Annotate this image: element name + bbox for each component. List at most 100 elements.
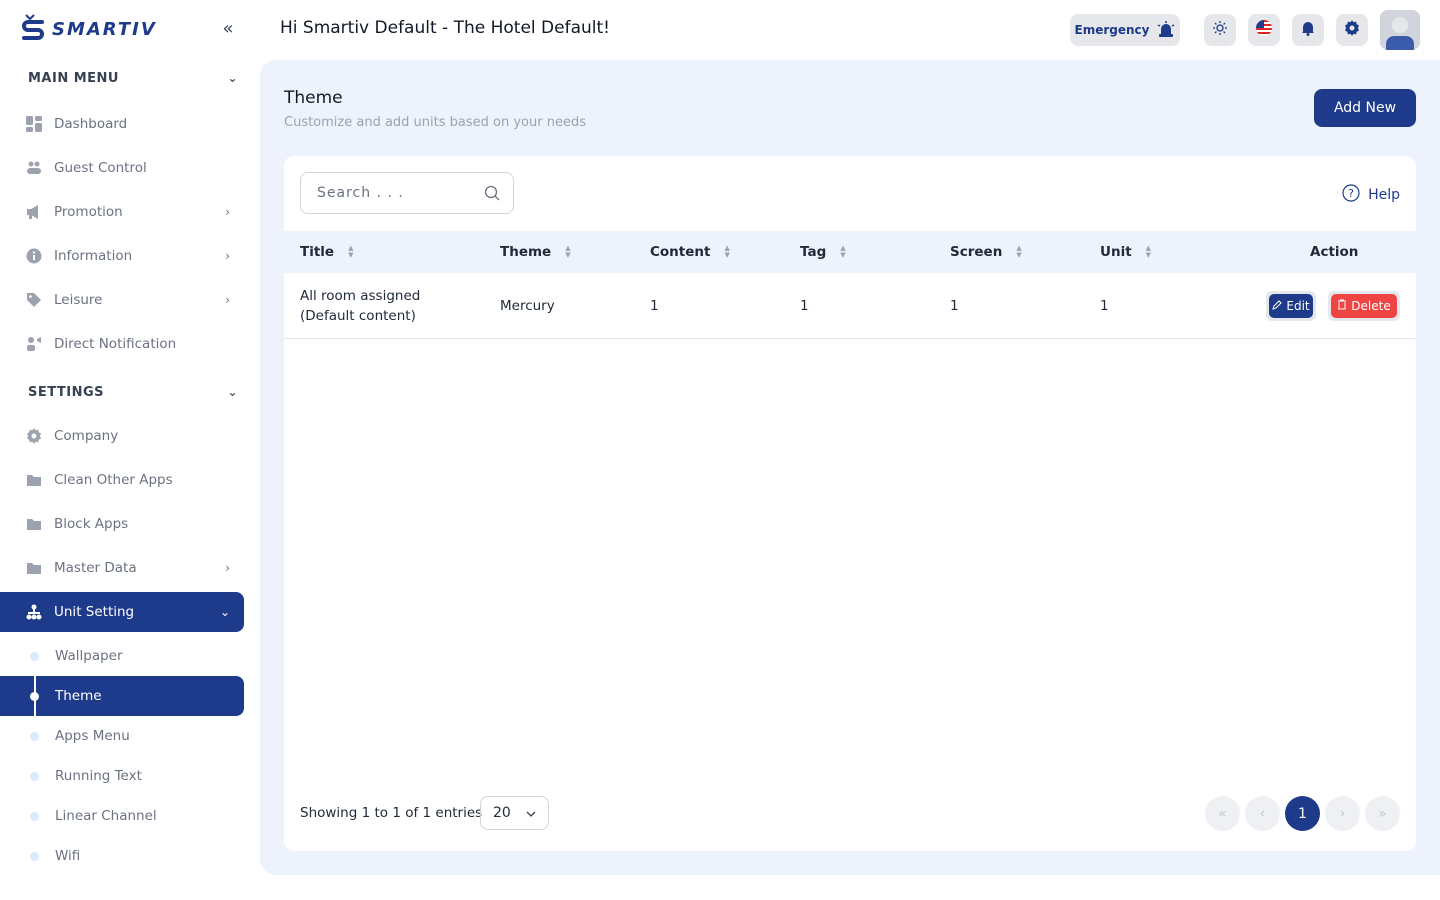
settings-header[interactable]: SETTINGS ⌄ xyxy=(28,380,238,404)
theme-toggle-button[interactable] xyxy=(1204,14,1236,46)
pencil-icon xyxy=(1272,299,1283,313)
sidebar-item-company[interactable]: Company xyxy=(0,416,244,456)
sidebar-item-label: Master Data xyxy=(54,560,137,576)
add-new-button[interactable]: Add New xyxy=(1314,89,1416,127)
gear-icon xyxy=(26,428,42,444)
last-page-button[interactable]: » xyxy=(1365,796,1400,831)
sidebar-subitem-label: Wallpaper xyxy=(55,648,123,664)
sidebar-subitem-linear-channel[interactable]: Linear Channel xyxy=(0,796,244,836)
column-header-theme[interactable]: Theme ▲ ▼ xyxy=(500,231,571,273)
delete-button[interactable]: Delete xyxy=(1328,291,1400,321)
column-label: Theme xyxy=(500,244,552,260)
sidebar-item-direct-notification[interactable]: Direct Notification xyxy=(0,324,244,364)
table-header: Title ▲ ▼ Theme ▲ ▼ Content ▲ ▼ Tag ▲ ▼ Screen ▲ ▼… xyxy=(284,231,1416,273)
greeting-title: Hi Smartiv Default - The Hotel Default! xyxy=(280,18,610,38)
tag-icon xyxy=(26,292,42,308)
sidebar-item-label: Dashboard xyxy=(54,116,128,132)
sidebar-item-information[interactable]: Information › xyxy=(0,236,244,276)
column-header-tag[interactable]: Tag ▲ ▼ xyxy=(800,231,846,273)
emergency-button[interactable]: Emergency xyxy=(1070,14,1180,46)
page-button-current[interactable]: 1 xyxy=(1285,796,1320,831)
bullet-dot xyxy=(30,771,39,781)
column-header-title[interactable]: Title ▲ ▼ xyxy=(300,231,353,273)
sidebar-item-label: Direct Notification xyxy=(54,336,177,352)
sidebar-item-label: Block Apps xyxy=(54,516,129,532)
sidebar-item-label: Information xyxy=(54,248,133,264)
entries-summary: Showing 1 to 1 of 1 entries xyxy=(300,805,483,821)
main-content: Theme Customize and add units based on y… xyxy=(260,60,1440,875)
cell-unit: 1 xyxy=(1100,298,1109,314)
emergency-label: Emergency xyxy=(1074,23,1150,37)
gear-icon xyxy=(1344,20,1360,40)
chevron-right-icon: › xyxy=(1339,805,1346,822)
sidebar-subitem-apps-menu[interactable]: Apps Menu xyxy=(0,716,244,756)
settings-button[interactable] xyxy=(1336,14,1368,46)
cell-theme: Mercury xyxy=(500,298,555,314)
column-label: Unit xyxy=(1100,244,1132,260)
double-chevron-left-icon: « xyxy=(1218,805,1227,822)
column-label: Title xyxy=(300,244,335,260)
sidebar-subitem-running-text[interactable]: Running Text xyxy=(0,756,244,796)
bullet-dot xyxy=(30,691,39,701)
sidebar-item-block-apps[interactable]: Block Apps xyxy=(0,504,244,544)
trash-icon xyxy=(1337,299,1347,313)
notifications-button[interactable] xyxy=(1292,14,1324,46)
sidebar-item-promotion[interactable]: Promotion › xyxy=(0,192,244,232)
sort-icon: ▲ ▼ xyxy=(1145,244,1152,259)
bullet-dot xyxy=(30,731,39,741)
chevron-right-icon: › xyxy=(225,293,230,307)
first-page-button[interactable]: « xyxy=(1205,796,1240,831)
bullet-dot xyxy=(30,651,39,661)
collapse-sidebar-button[interactable]: « xyxy=(218,17,238,39)
dashboard-icon xyxy=(26,116,42,132)
language-button[interactable] xyxy=(1248,14,1280,46)
theme-table-card: ? Help Title ▲▼ Theme ▲▼ Content ▲▼ Tag ▲▼ S… xyxy=(284,156,1416,851)
sidebar-item-leisure[interactable]: Leisure › xyxy=(0,280,244,320)
brand-name: SMARTIV xyxy=(52,18,157,40)
folder-icon xyxy=(26,516,42,532)
search-input[interactable] xyxy=(300,172,514,214)
cell-title-line2: (Default content) xyxy=(300,308,416,324)
sidebar-item-dashboard[interactable]: Dashboard xyxy=(0,104,244,144)
column-header-action: Action xyxy=(1310,231,1358,273)
chevron-down-icon: ⌄ xyxy=(227,385,238,399)
sun-icon xyxy=(1212,20,1228,40)
sidebar-item-label: Unit Setting xyxy=(54,604,135,620)
smartiv-logo-icon xyxy=(22,14,44,40)
sort-icon: ▲ ▼ xyxy=(565,244,571,259)
page-title: Theme xyxy=(284,88,343,108)
brand-logo[interactable]: SMARTIV xyxy=(20,12,157,46)
bell-icon xyxy=(1300,20,1316,40)
sidebar-subitem-wifi[interactable]: Wifi xyxy=(0,836,244,876)
table-row: All room assigned (Default content) Merc… xyxy=(284,273,1416,339)
cell-screen: 1 xyxy=(950,298,959,314)
column-label: Tag xyxy=(800,244,827,260)
chevron-right-icon: › xyxy=(225,205,230,219)
next-page-button[interactable]: › xyxy=(1325,796,1360,831)
sidebar-subitem-wallpaper[interactable]: Wallpaper xyxy=(0,636,244,676)
question-circle-icon: ? xyxy=(1342,184,1360,206)
us-flag-icon xyxy=(1255,19,1273,41)
column-label: Screen xyxy=(950,244,1003,260)
edit-button[interactable]: Edit xyxy=(1266,291,1316,321)
column-header-content[interactable]: Content ▲ ▼ xyxy=(650,231,730,273)
help-link[interactable]: ? Help xyxy=(1342,184,1400,206)
sort-icon: ▲ ▼ xyxy=(840,244,846,259)
column-header-unit[interactable]: Unit ▲ ▼ xyxy=(1100,231,1151,273)
sidebar-item-master-data[interactable]: Master Data › xyxy=(0,548,244,588)
info-icon xyxy=(26,248,42,264)
user-avatar[interactable] xyxy=(1380,10,1420,50)
sidebar-subitem-theme[interactable]: Theme xyxy=(0,676,244,716)
double-chevron-left-icon: « xyxy=(222,17,234,39)
per-page-select[interactable]: 20 xyxy=(480,796,549,830)
search-icon xyxy=(484,185,500,201)
previous-page-button[interactable]: ‹ xyxy=(1245,796,1280,831)
column-header-screen[interactable]: Screen ▲ ▼ xyxy=(950,231,1022,273)
bullet-dot xyxy=(30,851,39,861)
settings-label: SETTINGS xyxy=(28,384,105,400)
sidebar-item-guest-control[interactable]: Guest Control xyxy=(0,148,244,188)
main-menu-header[interactable]: MAIN MENU ⌄ xyxy=(28,66,238,90)
sidebar-item-unit-setting[interactable]: Unit Setting ⌄ xyxy=(0,592,244,632)
sidebar-subitem-label: Apps Menu xyxy=(55,728,130,744)
sidebar-item-clean-other-apps[interactable]: Clean Other Apps xyxy=(0,460,244,500)
